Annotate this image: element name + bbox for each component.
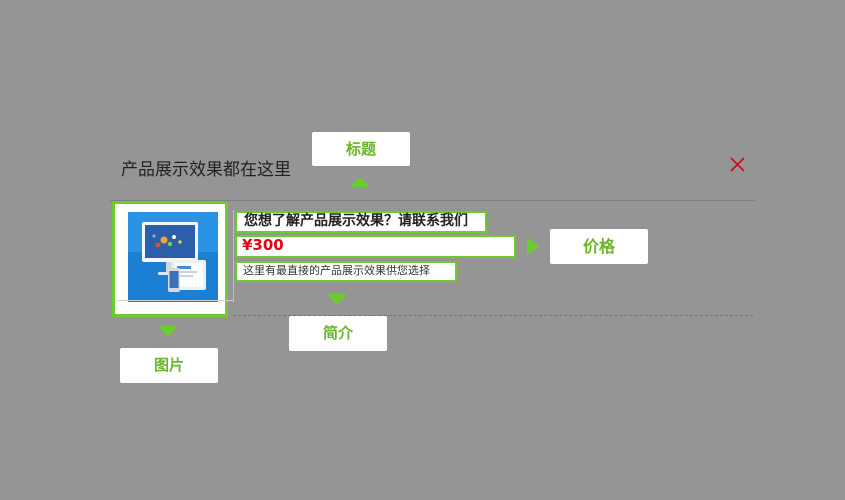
callout-title-label: 标题	[312, 132, 410, 166]
close-icon[interactable]	[729, 156, 746, 173]
panel-title: 产品展示效果都在这里	[121, 160, 291, 180]
monitor-and-devices-image	[128, 212, 218, 302]
close-button[interactable]	[729, 156, 746, 173]
arrow-down-icon	[158, 326, 178, 337]
callout-intro-label: 简介	[289, 316, 387, 351]
callout-image-label: 图片	[120, 348, 218, 383]
product-display-stage: 产品展示效果都在这里 您想了解产品展示效果？请联系我们 ¥300 这里有最直接的…	[0, 0, 845, 500]
product-price: ¥300	[242, 236, 284, 254]
arrow-down-icon	[327, 294, 347, 305]
callout-price-label: 价格	[550, 229, 648, 264]
product-title[interactable]: 您想了解产品展示效果？请联系我们	[244, 210, 468, 232]
arrow-up-icon	[350, 177, 370, 187]
arrow-right-icon	[527, 237, 539, 255]
thumbnail-shadow-bottom	[117, 300, 233, 303]
product-intro: 这里有最直接的产品展示效果供您选择	[243, 264, 430, 277]
product-thumbnail-image[interactable]	[128, 212, 218, 302]
thumbnail-shadow-right	[233, 210, 234, 302]
